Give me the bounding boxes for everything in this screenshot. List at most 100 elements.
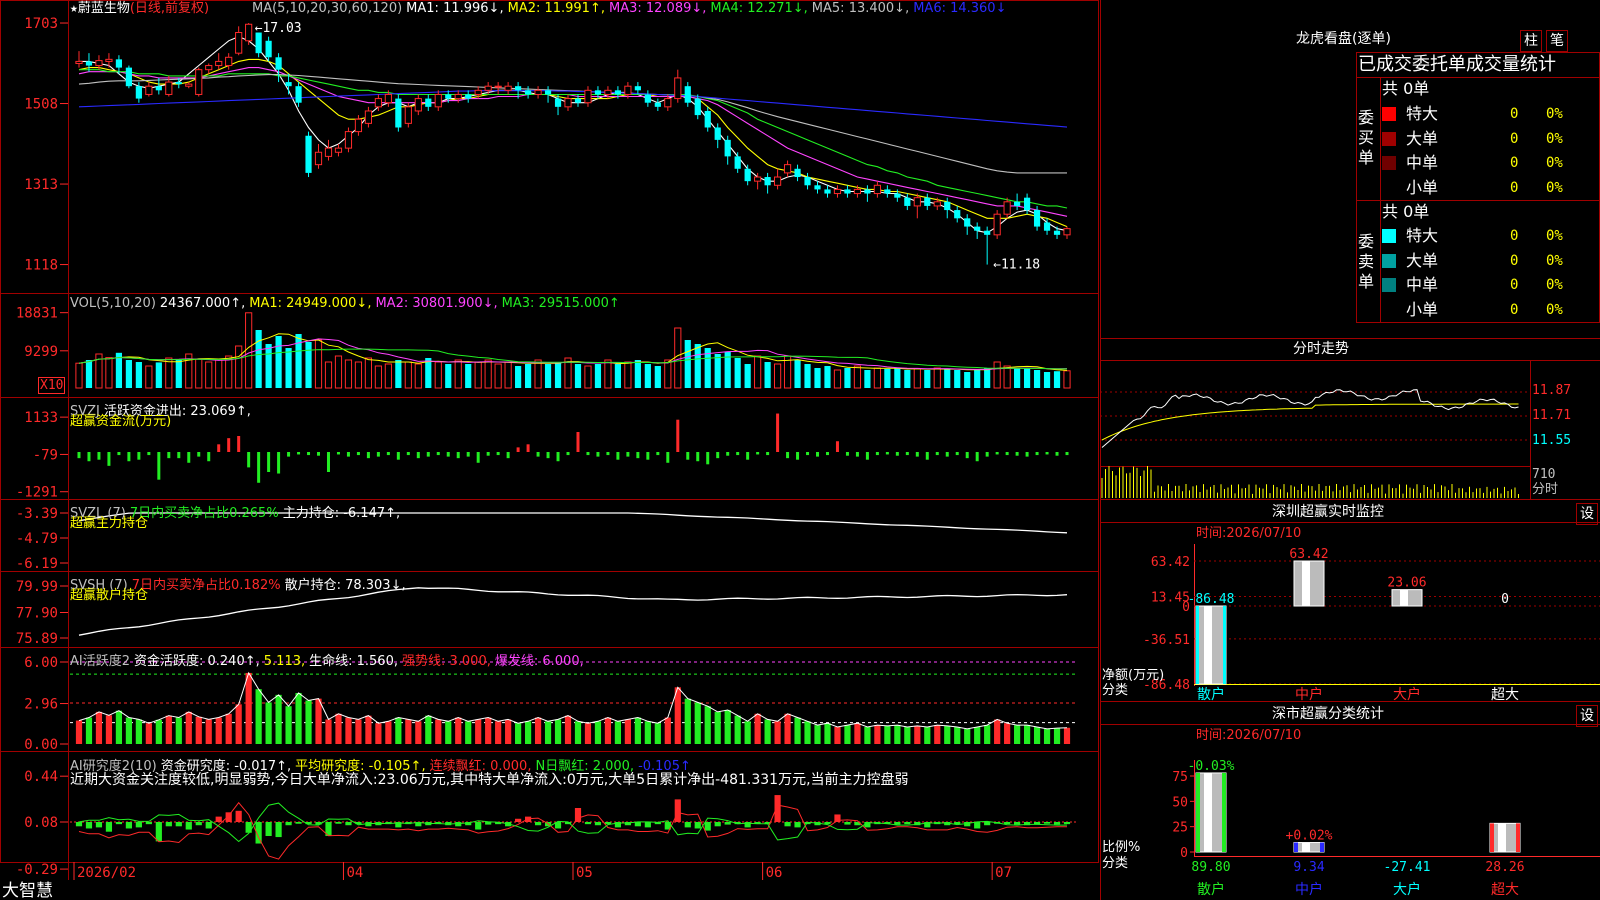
flow-bar <box>257 452 261 483</box>
candle-body <box>414 98 422 112</box>
flow-bar <box>925 452 929 460</box>
candle-body <box>404 106 412 124</box>
bar-mode-button[interactable]: 柱 <box>1520 30 1542 52</box>
volume-bar <box>1033 370 1041 388</box>
candle-body <box>704 110 711 128</box>
activity-bar <box>435 719 442 744</box>
candle-body <box>654 102 661 107</box>
volume-bar <box>275 336 282 388</box>
vol-legend-item: 24367.000↑, <box>159 296 246 311</box>
x-axis-label: 04 <box>346 865 363 881</box>
ma-legend-item: MA6: 14.360↓ <box>913 1 1007 16</box>
candle-body <box>75 60 83 64</box>
ma-legend-item: MA1: 11.996↓, <box>406 1 504 16</box>
candle-body <box>1014 201 1021 206</box>
intraday-avg-line <box>1101 403 1519 441</box>
order-count: 0 <box>1510 301 1519 318</box>
activity-bar <box>964 728 971 744</box>
research-bar <box>904 822 911 825</box>
volume-bar <box>125 360 132 388</box>
candle-body <box>484 85 492 91</box>
candle-body <box>804 177 811 186</box>
price-axis-label: 1508 <box>24 97 58 113</box>
flow-bar <box>346 452 350 457</box>
svsh-legend-item: 7日内买卖净占比0.182% <box>131 578 281 593</box>
activity-bar <box>145 723 152 744</box>
candle-body <box>694 98 701 116</box>
flow-bar <box>1025 452 1029 457</box>
order-size-label: 中单 <box>1406 153 1439 172</box>
k-line-chart-area[interactable]: 1703 1508 1313 1118 ←17.03 ←11.18 18831 9299 113… <box>0 0 1100 900</box>
research-bar <box>584 822 592 825</box>
volume-bar <box>1003 365 1011 389</box>
sz-monitor-settings-button[interactable]: 设 <box>1576 503 1598 525</box>
activity-bar <box>1063 727 1071 744</box>
activity-bar <box>505 719 512 744</box>
order-count: 0 <box>1510 106 1519 122</box>
flow-bar <box>1005 452 1009 456</box>
activity-bar <box>544 721 552 744</box>
activity-bar <box>854 723 861 744</box>
volume-bar <box>884 368 891 388</box>
order-count: 0 <box>1510 179 1519 196</box>
candle-body <box>744 168 751 182</box>
research-bar <box>125 822 132 829</box>
ma-legend: MA(5,10,20,30,60,120) MA1: 11.996↓, MA2: 1… <box>252 1 1010 16</box>
volume-bar <box>574 364 582 388</box>
activity-bar <box>155 719 162 744</box>
svzj-subtitle: 超赢资金流(万元) <box>70 414 172 429</box>
volume-bar <box>594 364 602 388</box>
period-note[interactable]: (日线,前复权) <box>130 1 209 16</box>
active-legend: AI活跃度2 资金活跃度: 0.240↑, 5.113, 生命线: 1.560, 强势线… <box>70 650 588 669</box>
research-bar <box>1053 822 1061 825</box>
candle-body <box>165 81 173 95</box>
candle-body <box>894 193 901 198</box>
volume-bar <box>754 355 762 389</box>
flow-bar <box>875 452 879 456</box>
flow-bar <box>496 452 500 456</box>
research-bar <box>215 816 222 822</box>
candle-body <box>714 127 721 140</box>
sz-class-settings-button[interactable]: 设 <box>1576 705 1598 727</box>
flow-bar <box>995 452 999 455</box>
sz-monitor-category: 散户 <box>1197 686 1225 703</box>
candle-body <box>684 86 691 103</box>
volume-bar <box>105 357 113 389</box>
research-bar <box>235 810 242 822</box>
activity-bar <box>914 725 921 744</box>
activity-bar <box>355 719 362 744</box>
volume-bar <box>245 312 253 389</box>
research-bar <box>75 822 83 827</box>
volume-bar <box>913 368 921 389</box>
activity-bar <box>105 715 113 744</box>
svzl-axis-label: -6.19 <box>16 556 58 572</box>
volume-bar <box>694 344 701 388</box>
active-legend-item: AI活跃度2 <box>70 654 130 669</box>
order-size-label: 大单 <box>1406 250 1439 270</box>
svzl-legend-item: 7日内买卖净占比0.265% <box>129 506 279 521</box>
sz-class-value-label: 28.26 <box>1485 860 1524 875</box>
research-bar <box>844 822 851 825</box>
candle-body <box>1033 210 1041 227</box>
volume-bar <box>614 364 622 388</box>
activity-bar <box>375 723 382 744</box>
research-bar <box>105 822 113 832</box>
order-size-swatch <box>1382 253 1396 268</box>
volume-axis-label: 18831 <box>16 306 58 322</box>
order-size-swatch <box>1382 229 1396 243</box>
volume-bar <box>964 372 971 388</box>
flow-bar <box>167 452 171 459</box>
activity-bar <box>305 700 312 744</box>
volume-bar <box>454 359 462 389</box>
favorite-star-icon[interactable]: ★ <box>70 1 78 16</box>
candle-body <box>445 94 452 99</box>
tick-mode-button[interactable]: 笔 <box>1546 30 1568 52</box>
volume-bar <box>773 363 782 389</box>
flow-bar <box>307 452 311 456</box>
activity-bar <box>1004 723 1011 744</box>
candle-body <box>754 176 762 182</box>
volume-bar <box>824 366 831 388</box>
flow-bar <box>456 452 460 459</box>
activity-bar <box>634 717 641 744</box>
activity-bar <box>584 723 592 744</box>
